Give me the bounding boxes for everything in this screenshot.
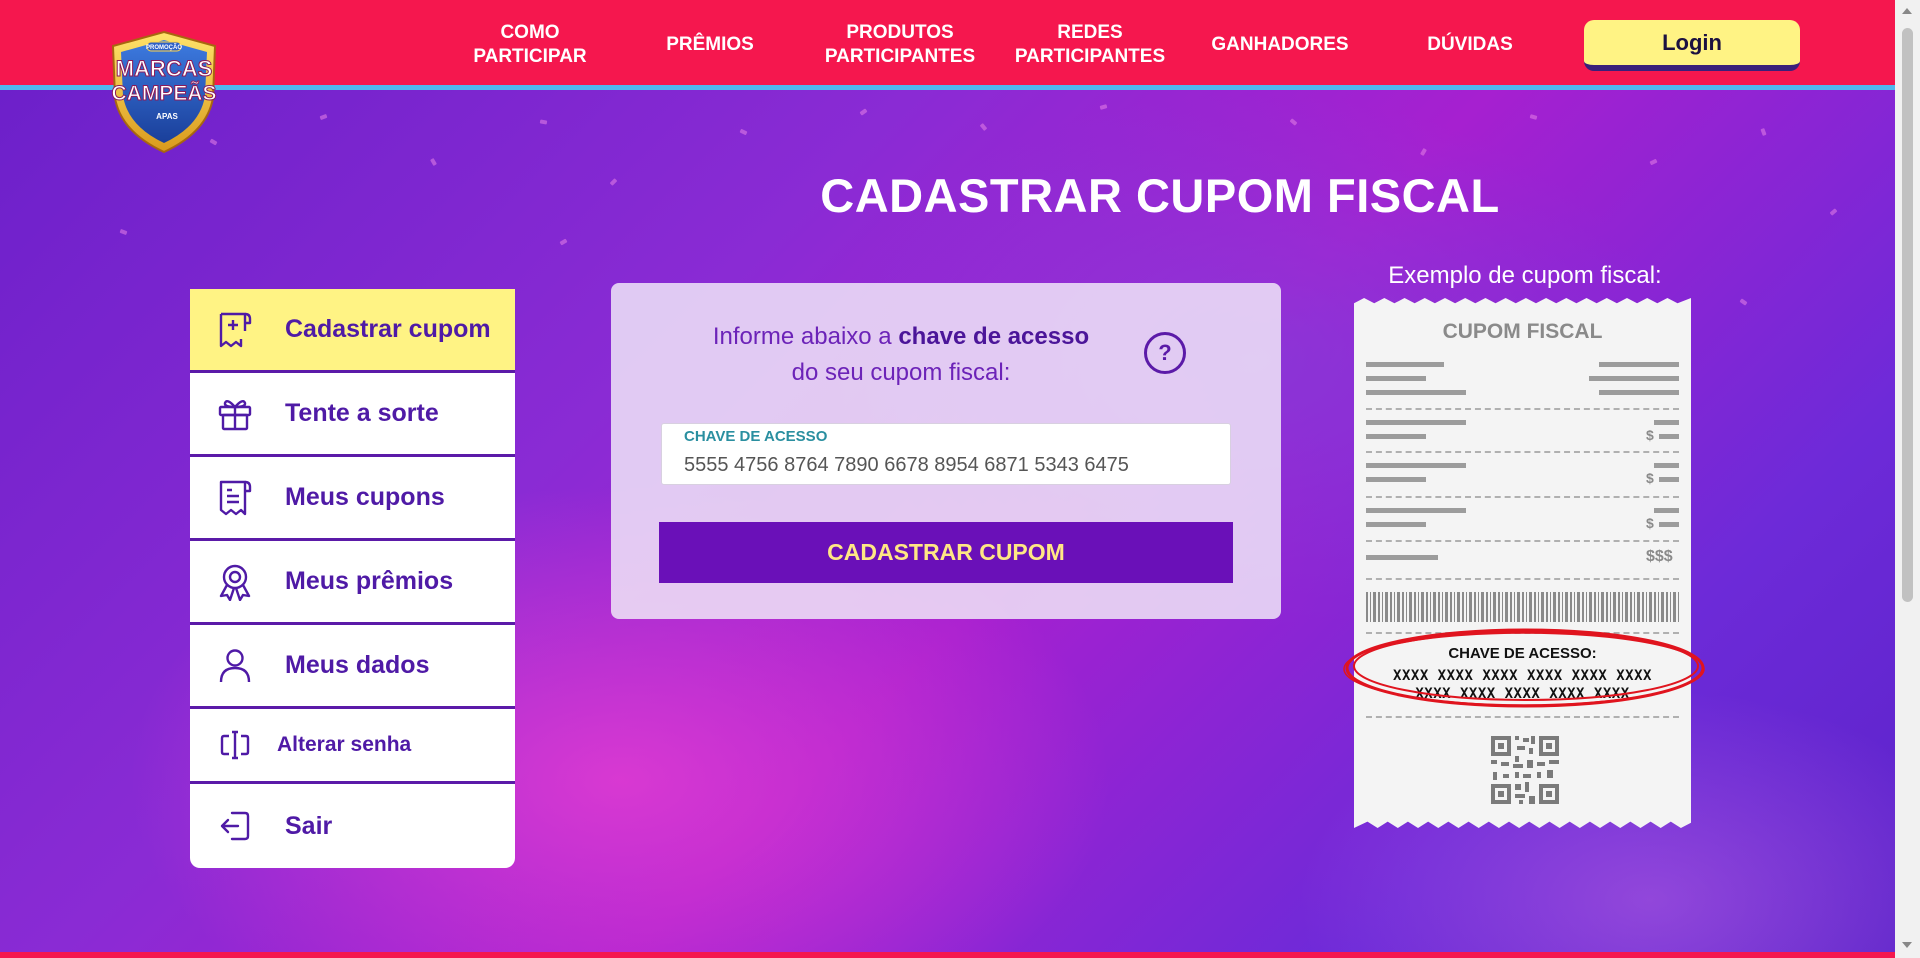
login-button[interactable]: Login [1584, 20, 1800, 71]
example-receipt: CUPOM FISCAL $ $ $ $$$ CHAVE DE ACESSO: … [1354, 298, 1691, 828]
sidebar-item-label: Meus prêmios [285, 567, 454, 595]
logo-line1: MARCAS [116, 56, 213, 81]
sidebar-item-alterar-senha[interactable]: Alterar senha [190, 709, 515, 784]
award-icon [215, 562, 255, 602]
sidebar-item-tente-a-sorte[interactable]: Tente a sorte [190, 373, 515, 457]
sidebar-item-label: Tente a sorte [285, 399, 439, 427]
sidebar-item-label: Sair [285, 811, 333, 840]
nav-produtos-participantes[interactable]: PRODUTOS PARTICIPANTES [800, 21, 1000, 69]
scroll-up-icon[interactable] [1902, 8, 1912, 14]
nav-ganhadores[interactable]: GANHADORES [1180, 33, 1380, 57]
user-icon [215, 646, 255, 686]
instruction-suffix: do seu cupom fiscal: [791, 359, 1011, 386]
nav-duvidas[interactable]: DÚVIDAS [1380, 33, 1560, 57]
sidebar-item-label: Cadastrar cupom [285, 315, 491, 343]
marcas-campeas-logo[interactable]: PROMOÇÃO MARCAS CAMPEÃS APAS [103, 28, 225, 156]
access-key-input[interactable] [684, 450, 1214, 480]
receipt-currency: $ [1646, 427, 1654, 443]
receipt-currency: $ [1646, 470, 1654, 486]
nav-redes-participantes[interactable]: REDES PARTICIPANTES [1000, 21, 1180, 69]
instruction-prefix: Informe abaixo a [712, 323, 899, 350]
example-title: Exemplo de cupom fiscal: [1388, 262, 1662, 289]
sidebar-item-label: Alterar senha [277, 733, 412, 756]
sidebar-item-label: Meus cupons [285, 483, 445, 511]
sidebar-item-meus-dados[interactable]: Meus dados [190, 625, 515, 709]
scroll-down-icon[interactable] [1902, 942, 1912, 948]
account-sidebar: Cadastrar cupom Tente a sorte Meus cupon… [190, 289, 515, 868]
logo-badge-text: PROMOÇÃO [146, 44, 182, 51]
receipt-plus-icon [215, 310, 255, 350]
sidebar-item-meus-premios[interactable]: Meus prêmios [190, 541, 515, 625]
nav-como-participar[interactable]: COMO PARTICIPAR [440, 21, 620, 69]
page-title: CADASTRAR CUPOM FISCAL [820, 169, 1500, 222]
receipt-icon [215, 478, 255, 518]
top-header: COMO PARTICIPAR PRÊMIOS PRODUTOS PARTICI… [0, 0, 1920, 90]
logo-brand: APAS [156, 112, 178, 121]
access-key-label: CHAVE DE ACESSO [684, 428, 828, 445]
logo-line2: CAMPEÃS [111, 82, 216, 105]
nav-premios[interactable]: PRÊMIOS [620, 33, 800, 57]
main-nav: COMO PARTICIPAR PRÊMIOS PRODUTOS PARTICI… [440, 0, 1560, 90]
logout-icon [215, 806, 255, 846]
page-scrollbar[interactable] [1895, 0, 1920, 958]
instruction-bold: chave de acesso [898, 323, 1090, 350]
receipt-total: $$$ [1646, 548, 1673, 565]
access-key-field: CHAVE DE ACESSO [661, 423, 1231, 485]
receipt-title: CUPOM FISCAL [1442, 320, 1603, 343]
password-icon [215, 725, 255, 765]
access-key-highlight-circle [1343, 628, 1705, 708]
help-icon[interactable]: ? [1144, 332, 1186, 374]
gift-icon [215, 394, 255, 434]
receipt-currency: $ [1646, 515, 1654, 531]
register-coupon-button[interactable]: CADASTRAR CUPOM [659, 522, 1233, 583]
coupon-form-card: Informe abaixo a chave de acesso do seu … [611, 283, 1281, 619]
bottom-strip [0, 952, 1895, 958]
receipt-barcode [1366, 592, 1679, 622]
sidebar-item-cadastrar-cupom[interactable]: Cadastrar cupom [190, 289, 515, 373]
form-instruction: Informe abaixo a chave de acesso do seu … [681, 319, 1121, 391]
qr-code-icon [1489, 734, 1561, 806]
sidebar-item-label: Meus dados [285, 651, 430, 679]
scroll-thumb[interactable] [1902, 28, 1913, 602]
sidebar-item-sair[interactable]: Sair [190, 784, 515, 868]
sidebar-item-meus-cupons[interactable]: Meus cupons [190, 457, 515, 541]
